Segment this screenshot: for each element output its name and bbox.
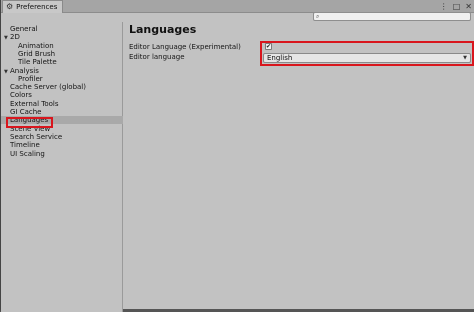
sidebar-item-label: Search Service — [10, 132, 63, 141]
preferences-window: ⚙ Preferences ⋮ □ ✕ ⌕ General ▼ 2D Animatio… — [0, 0, 474, 312]
sidebar-item-label: 2D — [10, 33, 20, 42]
sidebar-item-analysis[interactable]: ▼ Analysis — [1, 67, 39, 75]
languages-highlight-box — [6, 117, 53, 128]
sidebar-item-label: UI Scaling — [10, 149, 45, 158]
search-icon: ⌕ — [316, 13, 320, 20]
dropdown-value: English — [267, 54, 293, 62]
main-content: Languages Editor Language (Experimental)… — [124, 22, 474, 309]
editor-language-dropdown[interactable]: English ▼ — [263, 53, 471, 63]
sidebar-item-2d[interactable]: ▼ 2D — [1, 33, 20, 41]
editor-language-experimental-checkbox[interactable]: ✔ — [265, 43, 272, 50]
sidebar-item-label: External Tools — [10, 99, 59, 108]
sidebar-item-label: Animation — [18, 41, 54, 50]
sidebar-item-label: General — [10, 25, 38, 33]
sidebar-item-timeline[interactable]: Timeline — [1, 141, 40, 149]
sidebar-item-colors[interactable]: Colors — [1, 91, 32, 99]
sidebar-item-label: Tile Palette — [18, 58, 57, 67]
page-title: Languages — [129, 23, 197, 36]
search-input[interactable]: ⌕ — [313, 12, 471, 21]
sidebar-item-cache-server-global[interactable]: Cache Server (global) — [1, 83, 86, 91]
sidebar-item-search-service[interactable]: Search Service — [1, 133, 62, 141]
sidebar-item-tile-palette[interactable]: Tile Palette — [1, 58, 57, 66]
sidebar-item-label: GI Cache — [10, 108, 42, 116]
kebab-menu-icon[interactable]: ⋮ — [440, 2, 448, 11]
sidebar-item-label: Timeline — [10, 141, 40, 150]
sidebar-item-label: Analysis — [10, 66, 39, 75]
sidebar-item-grid-brush[interactable]: Grid Brush — [1, 50, 55, 58]
chevron-down-icon: ▼ — [463, 55, 467, 61]
sidebar-item-general[interactable]: General — [1, 25, 38, 33]
sidebar-item-external-tools[interactable]: External Tools — [1, 100, 59, 108]
editor-language-label: Editor language — [129, 53, 185, 61]
gear-icon: ⚙ — [6, 2, 14, 11]
close-icon[interactable]: ✕ — [465, 2, 472, 11]
sidebar: General ▼ 2D Animation Grid Brush Tile Palett… — [1, 22, 123, 312]
preferences-tab[interactable]: ⚙ Preferences — [2, 0, 63, 13]
sidebar-item-label: Grid Brush — [18, 49, 56, 58]
checkmark-icon: ✔ — [266, 43, 272, 50]
sidebar-item-label: Cache Server (global) — [10, 83, 86, 92]
sidebar-item-ui-scaling[interactable]: UI Scaling — [1, 150, 45, 158]
editor-language-experimental-label: Editor Language (Experimental) — [129, 43, 241, 51]
sidebar-item-gi-cache[interactable]: GI Cache — [1, 108, 41, 116]
sidebar-item-animation[interactable]: Animation — [1, 42, 54, 50]
sidebar-item-label: Profiler — [18, 74, 43, 83]
sidebar-item-profiler[interactable]: Profiler — [1, 75, 43, 83]
tab-title: Preferences — [16, 3, 58, 11]
maximize-icon[interactable]: □ — [453, 2, 461, 11]
sidebar-item-label: Colors — [10, 91, 32, 100]
window-controls: ⋮ □ ✕ — [440, 1, 472, 12]
